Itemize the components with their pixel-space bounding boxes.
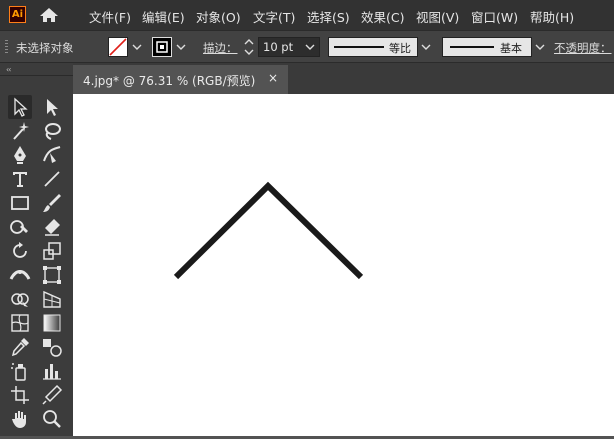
slice-tool-icon[interactable] bbox=[40, 383, 64, 407]
paintbrush-tool-icon[interactable] bbox=[40, 191, 64, 215]
brush-dropdown-chevron-icon[interactable] bbox=[535, 41, 545, 53]
artwork bbox=[173, 181, 364, 280]
selection-tool-icon[interactable] bbox=[8, 95, 32, 119]
free-transform-tool-icon[interactable] bbox=[40, 263, 64, 287]
artboard-tool-icon[interactable] bbox=[8, 383, 32, 407]
tools-panel: ‹‹ bbox=[0, 63, 73, 436]
eraser-tool-icon[interactable] bbox=[40, 215, 64, 239]
perspective-grid-tool-icon[interactable] bbox=[40, 287, 64, 311]
menu-object[interactable]: 对象(O) bbox=[196, 7, 241, 26]
menu-window[interactable]: 窗口(W) bbox=[471, 7, 518, 26]
menu-edit[interactable]: 编辑(E) bbox=[142, 7, 185, 26]
fill-dropdown-chevron-icon[interactable] bbox=[132, 41, 142, 53]
mesh-tool-icon[interactable] bbox=[8, 311, 32, 335]
menu-file[interactable]: 文件(F) bbox=[89, 7, 131, 26]
column-graph-tool-icon[interactable] bbox=[40, 359, 64, 383]
stroke-label[interactable]: 描边： bbox=[203, 40, 238, 56]
zoom-tool-icon[interactable] bbox=[40, 407, 64, 431]
profile-dropdown-chevron-icon[interactable] bbox=[421, 41, 431, 53]
profile-line-preview bbox=[334, 46, 384, 48]
brush-definition-select[interactable]: 基本 bbox=[442, 37, 532, 57]
hand-tool-icon[interactable] bbox=[8, 407, 32, 431]
line-segment-tool-icon[interactable] bbox=[40, 167, 64, 191]
menu-view[interactable]: 视图(V) bbox=[416, 7, 459, 26]
type-tool-icon[interactable] bbox=[8, 167, 32, 191]
gradient-tool-icon[interactable] bbox=[40, 311, 64, 335]
menu-select[interactable]: 选择(S) bbox=[307, 7, 350, 26]
shaper-tool-icon[interactable] bbox=[8, 215, 32, 239]
stroke-dropdown-chevron-icon[interactable] bbox=[176, 41, 186, 53]
menu-help[interactable]: 帮助(H) bbox=[530, 7, 574, 26]
document-tab-title: 4.jpg* @ 76.31 % (RGB/预览) bbox=[83, 74, 256, 88]
document-tab[interactable]: 4.jpg* @ 76.31 % (RGB/预览) × bbox=[73, 65, 288, 94]
app-logo: Ai bbox=[9, 6, 26, 23]
curvature-tool-icon[interactable] bbox=[40, 143, 64, 167]
chevron-path-artwork[interactable] bbox=[173, 181, 364, 280]
stroke-swatch[interactable] bbox=[152, 37, 172, 57]
pen-tool-icon[interactable] bbox=[8, 143, 32, 167]
stroke-weight-stepper-icon[interactable] bbox=[243, 36, 255, 58]
rectangle-tool-icon[interactable] bbox=[8, 191, 32, 215]
symbol-sprayer-tool-icon[interactable] bbox=[8, 359, 32, 383]
artboard-canvas[interactable] bbox=[73, 94, 614, 436]
blend-tool-icon[interactable] bbox=[40, 335, 64, 359]
control-bar-grip[interactable] bbox=[5, 40, 8, 54]
menu-bar: Ai 文件(F) 编辑(E) 对象(O) 文字(T) 选择(S) 效果(C) 视… bbox=[0, 0, 614, 30]
scale-tool-icon[interactable] bbox=[40, 239, 64, 263]
opacity-label[interactable]: 不透明度： bbox=[554, 40, 612, 56]
rotate-tool-icon[interactable] bbox=[8, 239, 32, 263]
direct-selection-tool-icon[interactable] bbox=[40, 95, 64, 119]
shape-builder-tool-icon[interactable] bbox=[8, 287, 32, 311]
close-icon[interactable]: × bbox=[268, 71, 278, 85]
lasso-tool-icon[interactable] bbox=[40, 119, 64, 143]
width-tool-icon[interactable] bbox=[8, 263, 32, 287]
menu-effect[interactable]: 效果(C) bbox=[361, 7, 404, 26]
stroke-weight-field[interactable]: 10 pt bbox=[258, 37, 320, 57]
selection-status: 未选择对象 bbox=[16, 41, 74, 55]
brush-line-preview bbox=[450, 46, 494, 48]
collapse-panel-icon[interactable]: ‹‹ bbox=[6, 65, 12, 74]
control-bar: 未选择对象 描边： 10 pt 等比 基本 不透明度： bbox=[0, 30, 614, 63]
profile-label: 等比 bbox=[389, 42, 411, 55]
fill-swatch[interactable] bbox=[108, 37, 128, 57]
menu-type[interactable]: 文字(T) bbox=[253, 7, 295, 26]
eyedropper-tool-icon[interactable] bbox=[8, 335, 32, 359]
tools-panel-header[interactable] bbox=[0, 75, 73, 95]
variable-width-profile-select[interactable]: 等比 bbox=[328, 37, 418, 57]
home-icon[interactable] bbox=[39, 7, 59, 23]
stroke-weight-chevron-icon[interactable] bbox=[305, 41, 315, 53]
brush-label: 基本 bbox=[500, 42, 522, 55]
stroke-weight-value: 10 pt bbox=[263, 40, 294, 54]
magic-wand-tool-icon[interactable] bbox=[8, 119, 32, 143]
